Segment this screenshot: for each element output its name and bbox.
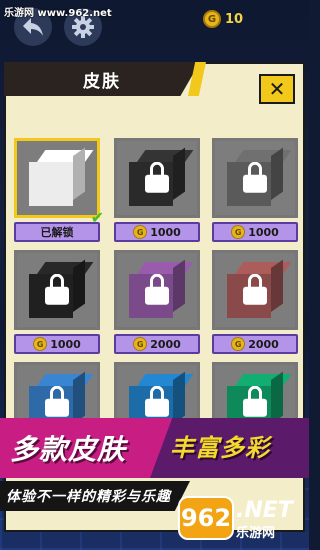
skin-price: 1000 (50, 337, 81, 351)
skin-preview[interactable] (14, 250, 100, 330)
skin-item[interactable]: G 2000 (114, 250, 200, 354)
lock-icon (145, 161, 169, 195)
promo-subtitle-bar: 体验不一样的精彩与乐趣 (0, 481, 190, 511)
lock-icon (243, 385, 267, 419)
close-icon: ✕ (268, 77, 286, 101)
promo-subtitle: 体验不一样的精彩与乐趣 (6, 489, 171, 505)
check-icon: ✔ (90, 208, 104, 227)
banner-left-text: 多款皮肤 (10, 433, 127, 466)
skin-price: 2000 (150, 337, 181, 351)
site-logo: 962 .NET 乐游网 (178, 492, 306, 546)
banner-right-text: 丰富多彩 (170, 434, 270, 462)
coin-icon: G (231, 337, 246, 351)
lock-icon (145, 385, 169, 419)
skin-item[interactable]: G 1000 (212, 138, 298, 242)
buy-button[interactable]: G 1000 (114, 222, 200, 242)
lock-icon (243, 161, 267, 195)
unlocked-badge: 已解锁 (14, 222, 100, 242)
skin-item[interactable]: G 1000 (114, 138, 200, 242)
coin-counter: G 10 (203, 10, 243, 28)
lock-icon (45, 273, 69, 307)
coin-icon: G (203, 10, 221, 28)
skin-status: 已解锁 (40, 226, 74, 239)
logo-name: 乐游网 (236, 526, 276, 541)
skin-price: 1000 (150, 225, 181, 239)
buy-button[interactable]: G 1000 (14, 334, 100, 354)
coin-icon: G (133, 225, 148, 239)
lock-icon (145, 273, 169, 307)
buy-button[interactable]: G 2000 (114, 334, 200, 354)
buy-button[interactable]: G 2000 (212, 334, 298, 354)
cube-skin-icon (29, 147, 94, 206)
logo-number: 962 (178, 496, 234, 540)
close-button[interactable]: ✕ (259, 74, 295, 104)
skin-item[interactable]: G 1000 (14, 250, 100, 354)
lock-icon (45, 385, 69, 419)
promo-banner: 多款皮肤 丰富多彩 (0, 418, 309, 478)
skin-price: 2000 (248, 337, 279, 351)
skin-preview[interactable] (212, 138, 298, 218)
coin-amount: 10 (225, 11, 244, 27)
skin-preview[interactable] (212, 250, 298, 330)
panel-title-bar: 皮肤 (4, 62, 200, 96)
skin-price: 1000 (248, 225, 279, 239)
back-arrow-icon (23, 18, 43, 36)
lock-icon (243, 273, 267, 307)
skin-item[interactable]: G 2000 (212, 250, 298, 354)
logo-domain: .NET (236, 498, 293, 523)
coin-icon: G (133, 337, 148, 351)
skin-preview[interactable] (114, 138, 200, 218)
skin-preview[interactable] (14, 138, 100, 218)
coin-icon: G (231, 225, 246, 239)
skin-preview[interactable] (114, 250, 200, 330)
panel-title: 皮肤 (83, 71, 121, 92)
watermark: 乐游网 www.962.net (4, 8, 112, 19)
buy-button[interactable]: G 1000 (212, 222, 298, 242)
skin-item[interactable]: 已解锁 ✔ (14, 138, 104, 242)
coin-icon: G (33, 337, 48, 351)
